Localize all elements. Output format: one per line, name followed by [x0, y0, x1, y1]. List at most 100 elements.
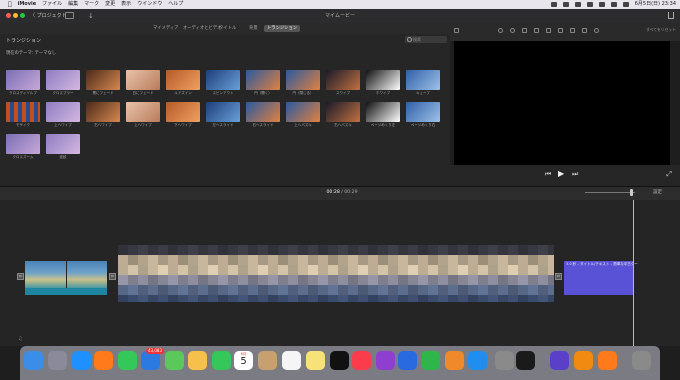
- minimize-window-button[interactable]: [13, 13, 18, 18]
- magic-wand-icon[interactable]: [454, 28, 459, 33]
- color-correction-icon[interactable]: [510, 28, 515, 33]
- facetime-icon[interactable]: [212, 351, 231, 370]
- transition-thumbnail[interactable]: [286, 70, 320, 90]
- info-icon[interactable]: [594, 28, 599, 33]
- finder-icon[interactable]: [24, 351, 43, 370]
- menu-help[interactable]: ヘルプ: [168, 0, 183, 9]
- transition-thumbnail[interactable]: [6, 70, 40, 90]
- settings-button[interactable]: 設定: [653, 187, 662, 199]
- transition-thumbnail[interactable]: [86, 102, 120, 122]
- transition-thumbnail[interactable]: [246, 70, 280, 90]
- stabilization-icon[interactable]: [534, 28, 539, 33]
- control-center-icon[interactable]: [622, 2, 629, 7]
- media-browser-icon[interactable]: [65, 12, 74, 19]
- zoom-slider[interactable]: [585, 192, 635, 193]
- menubar-clock[interactable]: 6月5日(日) 23:34: [635, 0, 676, 9]
- transition-thumbnail[interactable]: [366, 70, 400, 90]
- transition-marker[interactable]: ⋈: [17, 273, 24, 280]
- menu-view[interactable]: 表示: [121, 0, 131, 9]
- safari-icon[interactable]: [72, 351, 91, 370]
- video-clip-pixelated[interactable]: [118, 245, 554, 302]
- pages-icon[interactable]: [445, 351, 464, 370]
- crop-icon[interactable]: [522, 28, 527, 33]
- menu-file[interactable]: ファイル: [42, 0, 62, 9]
- color-balance-icon[interactable]: [498, 28, 503, 33]
- transition-thumbnail[interactable]: [6, 102, 40, 122]
- tab-titles[interactable]: タイトル: [216, 25, 239, 32]
- transition-thumbnail[interactable]: [326, 70, 360, 90]
- messages-icon[interactable]: [118, 351, 137, 370]
- zoom-window-button[interactable]: [20, 13, 25, 18]
- tab-transitions[interactable]: トランジション: [264, 25, 301, 32]
- transition-thumbnail[interactable]: [46, 102, 80, 122]
- playhead[interactable]: [633, 200, 634, 346]
- transition-thumbnail[interactable]: [46, 70, 80, 90]
- firefox-icon[interactable]: [94, 351, 113, 370]
- speed-icon[interactable]: [570, 28, 575, 33]
- music-icon[interactable]: [352, 351, 371, 370]
- transition-thumbnail[interactable]: [286, 102, 320, 122]
- status-icon[interactable]: [550, 2, 557, 7]
- transition-thumbnail[interactable]: [166, 102, 200, 122]
- transition-thumbnail[interactable]: [326, 102, 360, 122]
- menu-app-name[interactable]: iMovie: [18, 0, 37, 9]
- transition-thumbnail[interactable]: [126, 102, 160, 122]
- wifi-icon[interactable]: [598, 2, 605, 7]
- tab-my-media[interactable]: マイメディア: [150, 25, 181, 32]
- title-clip[interactable]: 3.0 秒 – タイトル/テキスト – 簡単な中古グー: [564, 261, 638, 295]
- launchpad-icon[interactable]: [48, 351, 67, 370]
- share-icon[interactable]: [668, 12, 674, 19]
- bluetooth-icon[interactable]: [574, 2, 581, 7]
- photos-icon[interactable]: [188, 351, 207, 370]
- settings-icon[interactable]: [495, 351, 514, 370]
- transition-marker[interactable]: ⋈: [109, 273, 116, 280]
- tab-backgrounds[interactable]: 背景: [246, 25, 261, 32]
- firefox-icon[interactable]: [598, 351, 617, 370]
- transition-thumbnail[interactable]: [406, 70, 440, 90]
- play-icon[interactable]: ▶: [558, 169, 564, 178]
- transition-thumbnail[interactable]: [366, 102, 400, 122]
- transition-thumbnail[interactable]: [126, 70, 160, 90]
- volume-icon[interactable]: [546, 28, 551, 33]
- calendar-icon[interactable]: 6月 5: [234, 351, 253, 370]
- reminders-icon[interactable]: [282, 351, 301, 370]
- noise-reduction-icon[interactable]: [558, 28, 563, 33]
- reset-all-button[interactable]: すべてをリセット: [646, 27, 676, 33]
- transition-thumbnail[interactable]: [406, 102, 440, 122]
- battery-icon[interactable]: [586, 2, 593, 7]
- microphone-icon[interactable]: ♫: [18, 336, 22, 342]
- transition-thumbnail[interactable]: [206, 70, 240, 90]
- transition-thumbnail[interactable]: [206, 102, 240, 122]
- close-window-button[interactable]: [6, 13, 11, 18]
- status-icon[interactable]: [562, 2, 569, 7]
- numbers-icon[interactable]: [421, 351, 440, 370]
- video-viewer[interactable]: [454, 41, 670, 165]
- fullscreen-icon[interactable]: ⤢: [666, 170, 672, 179]
- menu-edit[interactable]: 編集: [68, 0, 78, 9]
- apple-icon[interactable]: : [8, 0, 12, 9]
- menu-modify[interactable]: 変更: [105, 0, 115, 9]
- zoom-slider-knob[interactable]: [630, 189, 633, 196]
- terminal-icon[interactable]: [516, 351, 535, 370]
- menu-mark[interactable]: マーク: [84, 0, 99, 9]
- keynote-icon[interactable]: [398, 351, 417, 370]
- back-to-projects-button[interactable]: 〈 プロジェクト: [30, 9, 67, 23]
- import-icon[interactable]: ↓: [88, 10, 94, 22]
- trash-icon[interactable]: [632, 351, 651, 370]
- transition-thumbnail[interactable]: [46, 134, 80, 154]
- transition-thumbnail[interactable]: [6, 134, 40, 154]
- transition-marker[interactable]: ⋈: [555, 273, 562, 280]
- next-icon[interactable]: ⏭: [572, 170, 578, 179]
- clip-filter-icon[interactable]: [582, 28, 587, 33]
- transition-thumbnail[interactable]: [246, 102, 280, 122]
- maps-icon[interactable]: [165, 351, 184, 370]
- podcasts-icon[interactable]: [376, 351, 395, 370]
- appstore-icon[interactable]: [468, 351, 487, 370]
- search-icon[interactable]: [610, 2, 617, 7]
- transition-thumbnail[interactable]: [86, 70, 120, 90]
- notes-icon[interactable]: [306, 351, 325, 370]
- transition-thumbnail[interactable]: [166, 70, 200, 90]
- contacts-icon[interactable]: [258, 351, 277, 370]
- previous-icon[interactable]: ⏮: [545, 170, 551, 179]
- menu-window[interactable]: ウインドウ: [137, 0, 162, 9]
